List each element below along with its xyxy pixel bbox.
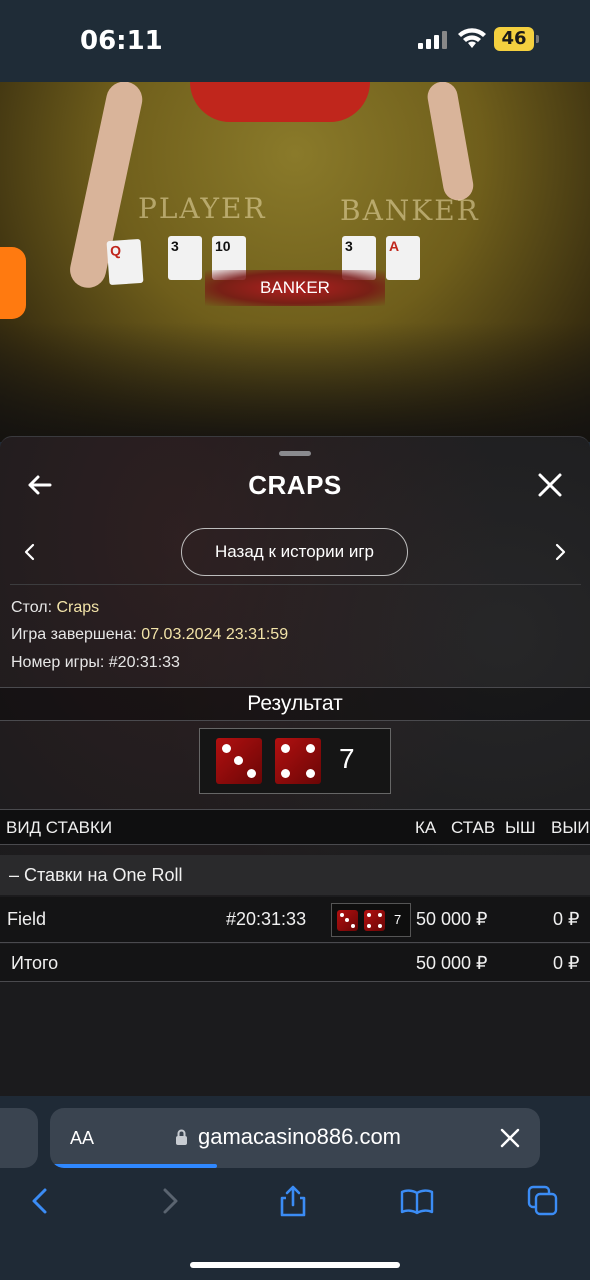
lock-icon [176,1129,187,1145]
bet-dice-sum: 7 [394,912,402,927]
cellular-signal-icon [418,31,448,49]
game-history-panel: CRAPS Назад к истории игр Стол: Craps Иг… [0,436,590,1096]
bet-type: Field [7,909,47,929]
table-label: Стол: [11,599,57,616]
dice-result: 7 [199,728,391,794]
column-stake: СТАВ [451,818,495,837]
tabs-icon[interactable] [526,1184,560,1218]
bookmarks-icon[interactable] [400,1184,434,1218]
banker-table-label: BANKER [340,194,480,227]
game-number-value: #20:31:33 [108,654,180,671]
table-info: Стол: Craps [11,599,99,617]
die-three [337,910,358,931]
battery-nub [536,35,539,43]
dealer-figure [190,82,370,122]
player-table-label: PLAYER [138,192,267,225]
finished-label: Игра завершена: [11,626,142,643]
bets-table-header: ВИД СТАВКИ КА СТАВ ЫШ ВЫИ [0,809,590,845]
table-row: Field #20:31:33 7 50 000 ₽ 0 ₽ [0,897,590,943]
column-bet-type: ВИД СТАВКИ [6,818,113,837]
address-bar[interactable]: AA gamacasino886.com [50,1108,540,1168]
table-value: Craps [56,599,100,616]
side-menu-tab[interactable] [0,247,26,319]
column-win: ЫШ [505,818,536,837]
panel-title: CRAPS [248,470,342,500]
result-title: Результат [247,692,343,715]
player-card: Q [106,238,144,286]
battery-icon: 46 [494,27,534,51]
total-row: Итого 50 000 ₽ 0 ₽ [0,944,590,982]
bet-group-one-roll[interactable]: – Ставки на One Roll [0,855,590,895]
page-load-progress [50,1164,217,1168]
home-indicator[interactable] [190,1262,400,1268]
total-label: Итого [11,953,59,973]
reader-options-button[interactable]: AA [70,1128,94,1149]
chevron-left-icon[interactable] [20,537,40,567]
back-to-history-button[interactable]: Назад к истории игр [181,528,408,576]
player-card: 3 [168,236,202,280]
column-payout: ВЫИ [551,818,590,837]
bet-game-number: #20:31:33 [226,909,307,929]
dealer-arm-right [425,82,476,203]
live-video-stream: PLAYER BANKER Q 3 10 3 A BANKER [0,82,590,442]
status-bar: 06:11 46 [0,0,590,82]
browser-back-icon[interactable] [24,1184,58,1218]
result-sum: 7 [339,743,355,774]
bet-stake: 50 000 ₽ [416,909,488,929]
game-number-label: Номер игры: [11,654,109,671]
video-fade [0,322,590,442]
sheet-grabber[interactable] [279,451,311,456]
stop-loading-icon[interactable] [498,1126,522,1150]
die-three [216,738,262,784]
url-text[interactable]: gamacasino886.com [198,1124,401,1150]
total-stake: 50 000 ₽ [416,953,488,973]
finished-info: Игра завершена: 07.03.2024 23:31:59 [11,626,288,644]
browser-forward-icon[interactable] [152,1184,186,1218]
close-icon[interactable] [532,467,568,503]
chevron-right-icon[interactable] [550,537,570,567]
previous-tab[interactable] [0,1108,38,1168]
finished-value: 07.03.2024 23:31:59 [141,626,289,643]
divider [10,584,581,585]
bet-dice-result: 7 [331,903,411,937]
wifi-icon [458,28,486,48]
share-icon[interactable] [276,1184,310,1218]
total-win: 0 ₽ [553,953,580,973]
die-four [364,910,385,931]
banker-card: A [386,236,420,280]
browser-toolbar: AA gamacasino886.com [0,1096,590,1280]
status-time: 06:11 [80,26,163,56]
game-number-info: Номер игры: #20:31:33 [11,654,180,672]
column-game: КА [415,818,437,837]
bet-win: 0 ₽ [553,909,580,929]
round-result-tag: BANKER [205,270,385,306]
die-four [275,738,321,784]
